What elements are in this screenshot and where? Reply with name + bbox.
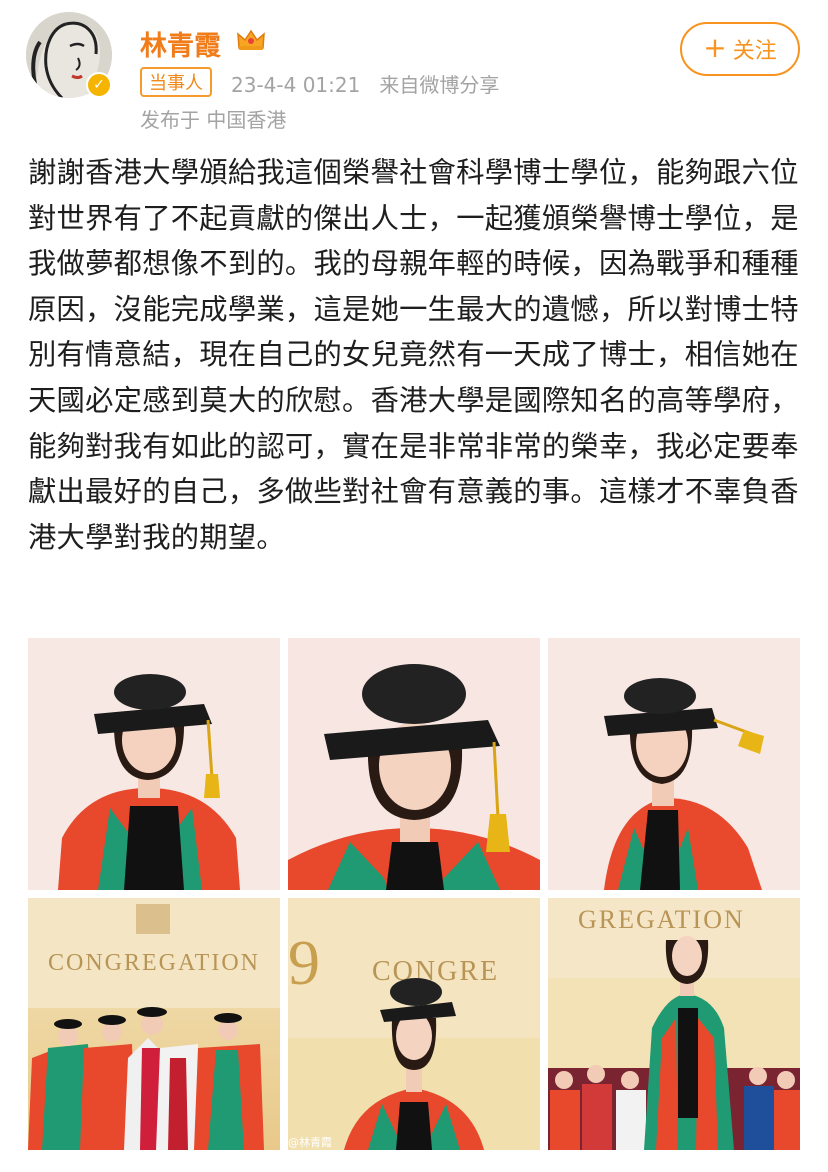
follow-label: 关注 xyxy=(732,39,777,64)
role-badge: 当事人 xyxy=(140,67,212,97)
timestamp: 23-4-4 01:21 xyxy=(231,73,361,97)
post-header: ✓ 林青霞 + 关注 当事人 23-4-4 01:21 来自微博分享 发布于 中… xyxy=(0,0,828,140)
post-text: 謝謝香港大學頒給我這個榮譽社會科學博士學位，能夠跟六位對世界有了不起貢獻的傑出人… xyxy=(28,156,799,554)
crown-icon xyxy=(237,29,265,50)
location: 发布于 中国香港 xyxy=(140,108,287,132)
photo-1[interactable] xyxy=(28,638,280,890)
watermark: @林青霞 xyxy=(288,1135,332,1149)
banner-text-6: GREGATION xyxy=(578,905,745,934)
banner-text-4: CONGREGATION xyxy=(48,950,260,976)
source[interactable]: 来自微博分享 xyxy=(379,73,499,97)
photo-4[interactable]: CONGREGATION xyxy=(28,898,280,1150)
plus-icon: + xyxy=(703,30,727,64)
post-meta: 23-4-4 01:21 来自微博分享 xyxy=(231,69,499,98)
photo-3[interactable] xyxy=(548,638,800,890)
banner-number: 9 xyxy=(288,927,320,998)
username[interactable]: 林青霞 xyxy=(140,24,221,63)
photo-6[interactable]: GREGATION xyxy=(548,898,800,1150)
photo-5[interactable]: 9 CONGRE @林青霞 xyxy=(288,898,540,1150)
banner-text-5: CONGRE xyxy=(372,956,499,987)
follow-button[interactable]: + 关注 xyxy=(680,22,800,76)
photo-2[interactable] xyxy=(288,638,540,890)
verified-icon: ✓ xyxy=(86,72,112,98)
